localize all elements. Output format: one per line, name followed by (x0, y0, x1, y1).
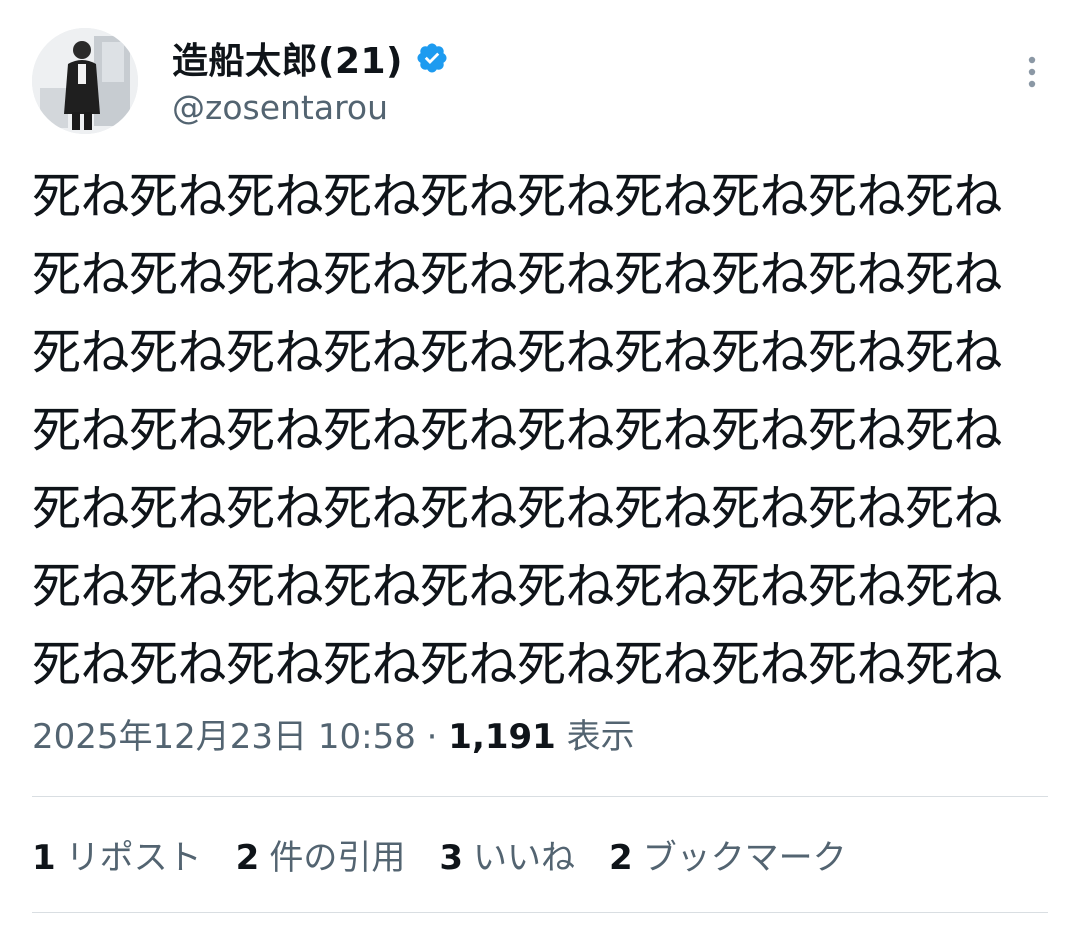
views-label: 表示 (555, 717, 635, 757)
avatar-photo-icon (32, 28, 138, 134)
reposts-stat[interactable]: 1 リポスト (32, 832, 202, 884)
author-display-name[interactable]: 造船太郎(21) (172, 32, 403, 84)
tweet-text-line: 死ね死ね死ね死ね死ね死ね死ね死ね死ね死ね (32, 480, 1003, 537)
tweet-timestamp[interactable]: 2025年12月23日 10:58 (32, 717, 416, 757)
tweet-meta: 2025年12月23日 10:58 · 1,191 表示 (32, 712, 635, 762)
tweet-text: 死ね死ね死ね死ね死ね死ね死ね死ね死ね死ね 死ね死ね死ね死ね死ね死ね死ね死ね死ね死… (32, 158, 1048, 704)
likes-stat[interactable]: 3 いいね (439, 832, 575, 884)
likes-count: 3 (439, 838, 464, 878)
tweet-text-line: 死ね死ね死ね死ね死ね死ね死ね死ね死ね死ね (32, 636, 1003, 693)
quotes-count: 2 (235, 838, 260, 878)
divider (32, 912, 1048, 913)
meta-separator: · (415, 717, 449, 757)
reposts-count: 1 (32, 838, 56, 878)
tweet-stats: 1 リポスト 2 件の引用 3 いいね 2 ブックマーク (32, 832, 881, 884)
reposts-label: リポスト (65, 838, 202, 878)
tweet-text-line: 死ね死ね死ね死ね死ね死ね死ね死ね死ね死ね (32, 558, 1003, 615)
tweet-text-line: 死ね死ね死ね死ね死ね死ね死ね死ね死ね死ね (32, 402, 1003, 459)
bookmarks-label: ブックマーク (642, 838, 847, 878)
display-name-row: 造船太郎(21) (172, 34, 449, 82)
author-names: 造船太郎(21) @zosentarou (172, 34, 449, 127)
tweet-text-line: 死ね死ね死ね死ね死ね死ね死ね死ね死ね死ね (32, 246, 1003, 303)
tweet-header: 造船太郎(21) @zosentarou (32, 28, 1048, 138)
tweet-text-line: 死ね死ね死ね死ね死ね死ね死ね死ね死ね死ね (32, 324, 1003, 381)
tweet-text-line: 死ね死ね死ね死ね死ね死ね死ね死ね死ね死ね (32, 168, 1003, 225)
quotes-label: 件の引用 (269, 838, 406, 878)
bookmarks-count: 2 (609, 838, 633, 878)
bookmarks-stat[interactable]: 2 ブックマーク (609, 832, 847, 884)
quotes-stat[interactable]: 2 件の引用 (236, 832, 406, 884)
author-avatar[interactable] (32, 28, 138, 134)
views-count: 1,191 (448, 717, 556, 757)
more-vertical-icon[interactable] (1024, 54, 1040, 94)
author-handle[interactable]: @zosentarou (172, 88, 449, 127)
likes-label: いいね (473, 838, 576, 878)
divider (32, 796, 1048, 797)
verified-badge-icon (415, 41, 449, 75)
